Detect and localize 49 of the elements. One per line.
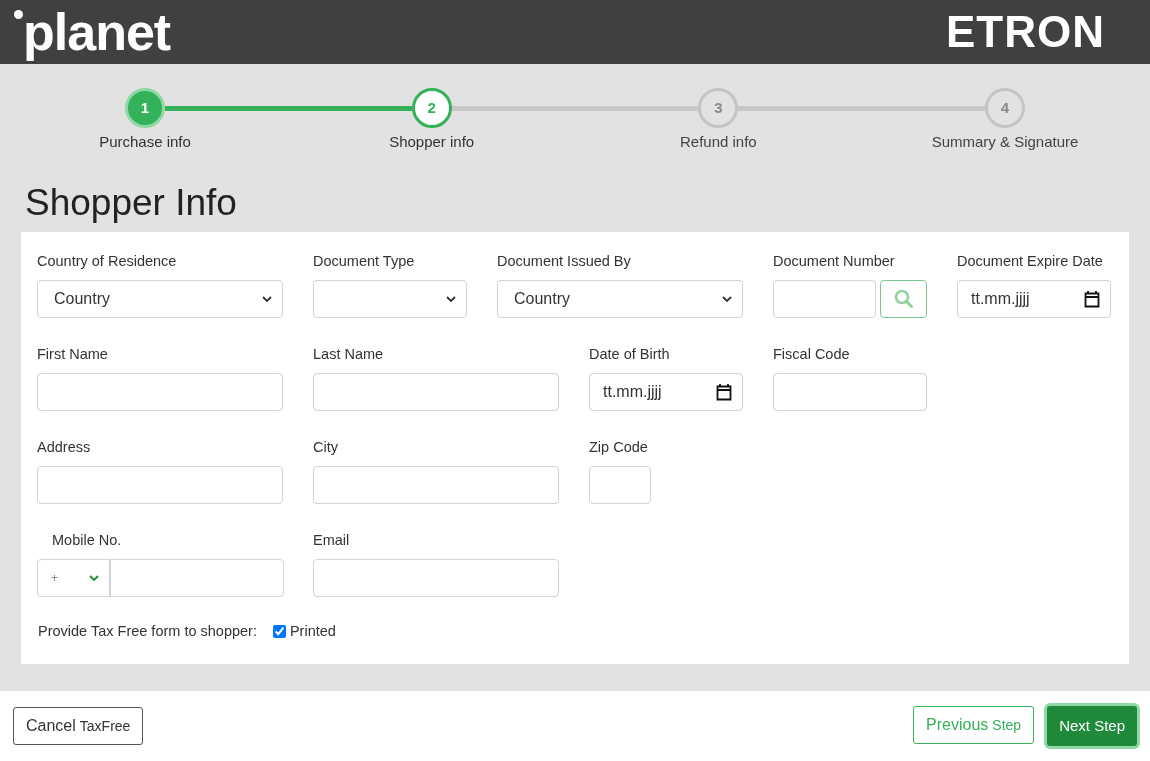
printed-checkbox[interactable] xyxy=(272,625,286,639)
text-input-field[interactable] xyxy=(37,373,283,411)
chevron-down-icon xyxy=(722,295,732,303)
calendar-icon xyxy=(1084,290,1100,308)
select-field[interactable]: Country xyxy=(37,280,283,318)
text-input-field[interactable] xyxy=(773,280,876,318)
chevron-down-icon xyxy=(262,295,272,303)
field-label: Email xyxy=(313,531,351,550)
chevron-down-icon xyxy=(446,295,456,303)
field-label: First Name xyxy=(37,345,109,364)
step-label: Summary & Signature xyxy=(931,132,1079,152)
page-title: Shopper Info xyxy=(24,181,238,225)
text-input-field[interactable] xyxy=(313,466,559,504)
cancel-button[interactable]: Cancel TaxFree xyxy=(13,707,144,745)
next-step-button[interactable]: Next Step xyxy=(1047,706,1137,746)
date-input-field[interactable]: tt.mm.jjjj xyxy=(957,280,1111,318)
field-label: Zip Code xyxy=(589,438,649,457)
step-label: Purchase info xyxy=(99,132,191,152)
field-label: Date of Birth xyxy=(589,345,671,364)
phone-input-field[interactable] xyxy=(110,559,284,597)
text-input-field[interactable] xyxy=(313,373,559,411)
text-input-field[interactable] xyxy=(589,466,651,504)
field-label: Last Name xyxy=(313,345,385,364)
step-label: Shopper info xyxy=(389,132,475,152)
field-label: Document Type xyxy=(313,252,416,271)
field-label: Fiscal Code xyxy=(773,345,851,364)
field-label: Address xyxy=(37,438,92,457)
field-label: Document Issued By xyxy=(497,252,632,271)
logo-dot-icon xyxy=(14,10,23,19)
tax-free-form-label: Provide Tax Free form to shopper: xyxy=(38,622,257,641)
field-label: Country of Residence xyxy=(37,252,178,271)
field-label: Document Number xyxy=(773,252,896,271)
field-label: Document Expire Date xyxy=(957,252,1104,271)
date-input-field[interactable]: tt.mm.jjjj xyxy=(589,373,743,411)
search-button[interactable] xyxy=(880,280,927,318)
select-field[interactable] xyxy=(313,280,467,318)
calendar-icon xyxy=(716,383,732,401)
step-label: Refund info xyxy=(679,132,757,152)
logo-text: ETRON xyxy=(946,10,1105,54)
text-input-field[interactable] xyxy=(773,373,927,411)
field-label: City xyxy=(313,438,339,457)
text-input-field[interactable] xyxy=(313,559,559,597)
select-field[interactable]: Country xyxy=(497,280,743,318)
text-input-field[interactable] xyxy=(37,466,283,504)
country-code-select[interactable]: + xyxy=(37,559,110,597)
checkbox-label: Printed xyxy=(289,622,336,641)
chevron-down-icon xyxy=(89,574,99,582)
field-label: Mobile No. xyxy=(51,531,123,550)
search-icon xyxy=(893,289,914,309)
